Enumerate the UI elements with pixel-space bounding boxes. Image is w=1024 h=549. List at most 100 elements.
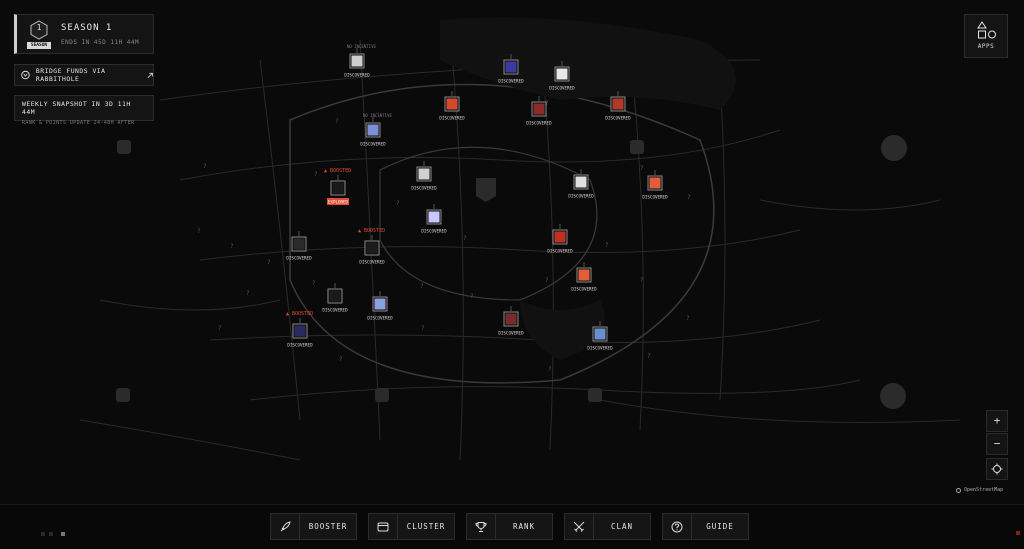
season-title: SEASON 1 [61,23,113,33]
window-icon [369,514,398,539]
project-logo-icon [533,103,545,115]
project-logo-icon [351,55,363,67]
discovered-label: DISCOVERED [344,73,370,78]
project-logo-icon [578,269,590,281]
project-logo-icon [505,313,517,325]
no-incentive-label: NO INCENTIVE [363,113,392,118]
indicator-dot [41,532,45,536]
project-logo-icon [505,61,517,73]
discovered-label: DISCOVERED [421,229,447,234]
project-logo-icon [556,68,568,80]
map-marker[interactable]: DISCOVERED [322,283,348,313]
discovered-label: DISCOVERED [498,79,524,84]
discovered-label: DISCOVERED [367,316,393,321]
attribution-label: OpenStreetMap [964,487,1004,493]
indicator-dot [1016,531,1020,535]
boosted-label: ▲ BOOSTED [358,228,385,234]
discovered-label: DISCOVERED [439,116,465,121]
explored-label: EXPLORED [328,199,349,204]
discovered-label: DISCOVERED [286,256,312,261]
discovered-label: DISCOVERED [411,186,437,191]
indicator-dot [49,532,53,536]
weekly-snapshot-panel: WEEKLY SNAPSHOT IN 3D 11H 44M RANK & POI… [14,95,154,126]
cluster-label: CLUSTER [406,522,446,531]
discovered-label: DISCOVERED [549,86,575,91]
discovered-label: DISCOVERED [287,343,313,348]
map-attribution[interactable]: OpenStreetMap [956,487,1003,493]
cluster-button[interactable]: CLUSTER [368,513,455,540]
zoom-out-button[interactable]: − [986,433,1008,455]
discovered-label: DISCOVERED [587,346,613,351]
clan-label: CLAN [610,522,634,531]
discovered-label: DISCOVERED [359,260,385,265]
map-marker[interactable]: ▲ BOOSTED DISCOVERED [358,228,385,265]
svg-text:?: ? [312,280,316,287]
help-icon [663,514,692,539]
zoom-in-button[interactable]: + [986,410,1008,432]
svg-text:?: ? [420,283,424,290]
map-marker[interactable]: DISCOVERED [411,161,437,191]
project-logo-icon [293,238,305,250]
svg-text:?: ? [246,290,250,297]
svg-text:?: ? [548,366,552,373]
guide-label: GUIDE [706,522,734,531]
map-marker[interactable]: ▲ BOOSTED EXPLORED [324,168,351,205]
rocket-icon [271,514,300,539]
boosted-label: ▲ BOOSTED [324,168,351,174]
booster-button[interactable]: BOOSTER [270,513,357,540]
map-marker[interactable]: DISCOVERED [439,91,465,121]
project-logo-icon [649,177,661,189]
trophy-icon [467,514,496,539]
map-marker[interactable]: DISCOVERED [367,291,393,321]
svg-text:?: ? [396,200,400,207]
project-logo-icon [374,298,386,310]
map-marker[interactable]: ▲ BOOSTED DISCOVERED [286,311,313,348]
discovered-label: DISCOVERED [571,287,597,292]
discovered-label: DISCOVERED [547,249,573,254]
season-level: 1 [36,23,42,32]
apps-button[interactable]: APPS [964,14,1008,58]
season-tag: SEASON [27,42,51,49]
rank-label: RANK [512,522,536,531]
discovered-label: DISCOVERED [526,121,552,126]
clan-button[interactable]: CLAN [564,513,651,540]
swords-icon [565,514,594,539]
project-logo-icon [367,124,379,136]
season-panel: 1 SEASON SEASON 1 ENDS IN 45D 11H 44M [14,14,154,54]
project-logo-icon [418,168,430,180]
bridge-funds-link[interactable]: BRIDGE FUNDS VIA RABBITHOLE [14,64,154,86]
svg-text:?: ? [545,277,549,284]
project-logo-icon [332,182,344,194]
project-logo-icon [428,211,440,223]
bridge-funds-label: BRIDGE FUNDS VIA RABBITHOLE [35,67,106,83]
project-logo-icon [594,328,606,340]
svg-text:?: ? [463,235,467,242]
external-link-icon [147,72,153,78]
svg-text:?: ? [686,315,690,322]
map-marker[interactable]: DISCOVERED [642,170,668,200]
project-logo-icon [575,176,587,188]
svg-text:?: ? [230,243,234,250]
boosted-label: ▲ BOOSTED [286,311,313,317]
guide-button[interactable]: GUIDE [662,513,749,540]
svg-text:?: ? [197,228,201,235]
project-logo-icon [329,290,341,302]
svg-text:?: ? [640,277,644,284]
project-logo-icon [554,231,566,243]
season-countdown: ENDS IN 45D 11H 44M [61,39,140,46]
project-logo-icon [446,98,458,110]
ambient-icons [116,135,907,409]
discovered-label: DISCOVERED [642,195,668,200]
discovered-label: DISCOVERED [498,331,524,336]
map-marker[interactable]: DISCOVERED [498,306,524,336]
svg-text:?: ? [267,259,271,266]
map-marker[interactable]: DISCOVERED [547,224,573,254]
weekly-snapshot-countdown: WEEKLY SNAPSHOT IN 3D 11H 44M [22,100,131,116]
rank-button[interactable]: RANK [466,513,553,540]
project-logo-icon [366,242,378,254]
crosshair-icon [991,463,1003,475]
map-marker[interactable]: DISCOVERED [421,204,447,234]
map-marker[interactable]: DISCOVERED [568,169,594,199]
rabbithole-icon [21,70,30,80]
locate-button[interactable] [986,458,1008,480]
